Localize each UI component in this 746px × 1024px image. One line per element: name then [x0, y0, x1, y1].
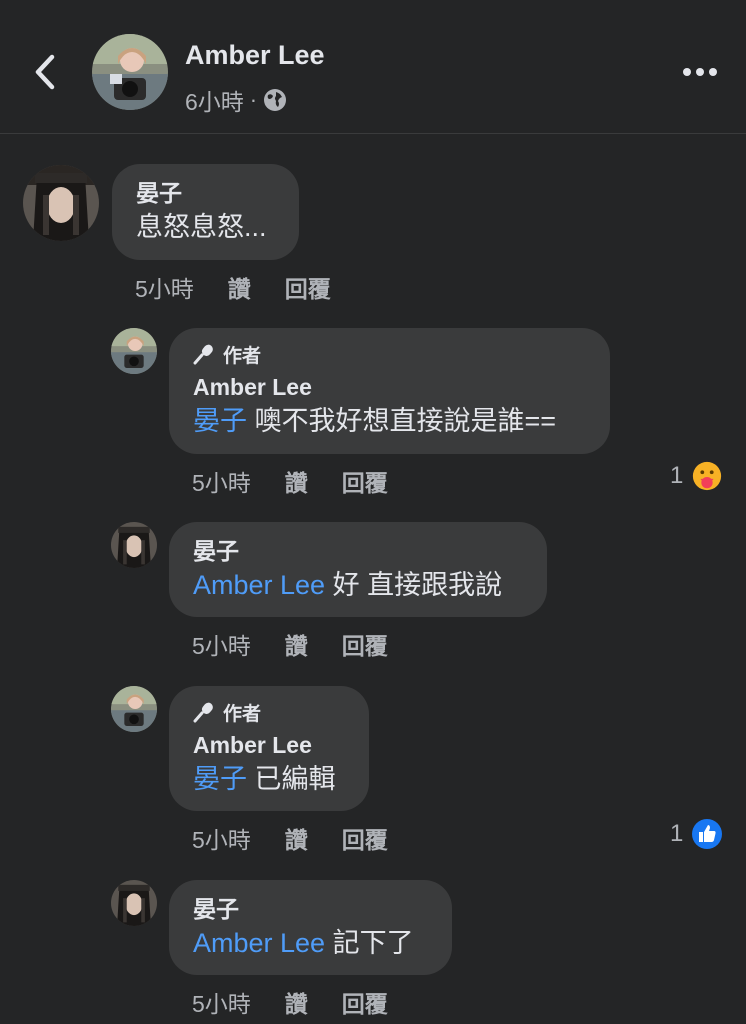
comment-actions: 5小時 讚 回覆	[192, 464, 422, 498]
more-horizontal-icon	[683, 68, 691, 76]
chevron-left-icon	[35, 54, 55, 90]
comment-bubble[interactable]: 晏子 Amber Lee 記下了	[169, 880, 452, 975]
like-button[interactable]: 讚	[228, 270, 251, 304]
globe-icon	[264, 89, 287, 111]
comment-author-name[interactable]: Amber Lee	[193, 372, 586, 402]
like-button[interactable]: 讚	[285, 627, 308, 661]
comment-text: 息怒息怒...	[136, 212, 267, 242]
post-meta: 6小時 ·	[185, 83, 287, 117]
comment-time[interactable]: 5小時	[192, 985, 251, 1019]
comment-actions: 5小時 讚 回覆	[135, 270, 365, 304]
back-button[interactable]	[28, 52, 62, 92]
comment-author-name[interactable]: 晏子	[193, 894, 428, 924]
comment-actions: 5小時 讚 回覆	[192, 821, 422, 855]
like-button[interactable]: 讚	[285, 464, 308, 498]
reaction-count: 1	[670, 820, 684, 847]
mention-link[interactable]: 晏子	[193, 406, 247, 436]
commenter-avatar[interactable]	[111, 686, 157, 732]
reply-button[interactable]: 回覆	[342, 821, 388, 855]
more-options-button[interactable]	[680, 58, 720, 86]
microphone-icon	[193, 702, 213, 723]
comment-author-name[interactable]: 晏子	[193, 536, 523, 566]
microphone-icon	[193, 344, 213, 365]
author-badge-label: 作者	[223, 703, 262, 725]
reply-button[interactable]: 回覆	[285, 270, 331, 304]
like-button[interactable]: 讚	[285, 821, 308, 855]
comment-author-name[interactable]: 晏子	[136, 178, 275, 208]
comment-time[interactable]: 5小時	[192, 464, 251, 498]
reaction-summary[interactable]: 1	[670, 460, 723, 492]
poster-avatar[interactable]	[92, 34, 168, 110]
comment-time[interactable]: 5小時	[192, 627, 251, 661]
comment-bubble[interactable]: 作者 Amber Lee 晏子 噢不我好想直接說是誰==	[169, 328, 610, 454]
comment-actions: 5小時 讚 回覆	[192, 627, 422, 661]
commenter-avatar[interactable]	[111, 328, 157, 374]
comment-time[interactable]: 5小時	[135, 270, 194, 304]
author-badge: 作者	[193, 698, 345, 726]
comment-author-name[interactable]: Amber Lee	[193, 730, 345, 760]
comment-text: 晏子 已編輯	[193, 764, 336, 794]
author-badge-label: 作者	[223, 345, 262, 367]
post-header: Amber Lee 6小時 ·	[0, 0, 746, 134]
reaction-count: 1	[670, 462, 684, 489]
comment-actions: 5小時 讚 回覆	[192, 985, 422, 1019]
poster-name[interactable]: Amber Lee	[185, 40, 325, 71]
comment-time[interactable]: 5小時	[192, 821, 251, 855]
post-time[interactable]: 6小時	[185, 83, 244, 117]
reaction-summary[interactable]: 1	[670, 818, 723, 850]
like-button[interactable]: 讚	[285, 985, 308, 1019]
commenter-avatar[interactable]	[23, 165, 99, 241]
meta-separator: ·	[249, 87, 258, 112]
reply-button[interactable]: 回覆	[342, 464, 388, 498]
comment-bubble[interactable]: 晏子 Amber Lee 好 直接跟我說	[169, 522, 547, 617]
author-badge: 作者	[193, 340, 586, 368]
comment-text: 晏子 噢不我好想直接說是誰==	[193, 406, 557, 436]
mention-link[interactable]: 晏子	[193, 764, 247, 794]
comment-bubble[interactable]: 作者 Amber Lee 晏子 已編輯	[169, 686, 369, 811]
commenter-avatar[interactable]	[111, 880, 157, 926]
like-reaction-icon	[692, 819, 723, 849]
mention-link[interactable]: Amber Lee	[193, 928, 325, 958]
comment-text: Amber Lee 記下了	[193, 928, 414, 958]
care-reaction-icon	[693, 461, 722, 491]
commenter-avatar[interactable]	[111, 522, 157, 568]
mention-link[interactable]: Amber Lee	[193, 570, 325, 600]
reply-button[interactable]: 回覆	[342, 627, 388, 661]
reply-button[interactable]: 回覆	[342, 985, 388, 1019]
comment-bubble[interactable]: 晏子 息怒息怒...	[112, 164, 299, 260]
comment-text: Amber Lee 好 直接跟我說	[193, 570, 503, 600]
